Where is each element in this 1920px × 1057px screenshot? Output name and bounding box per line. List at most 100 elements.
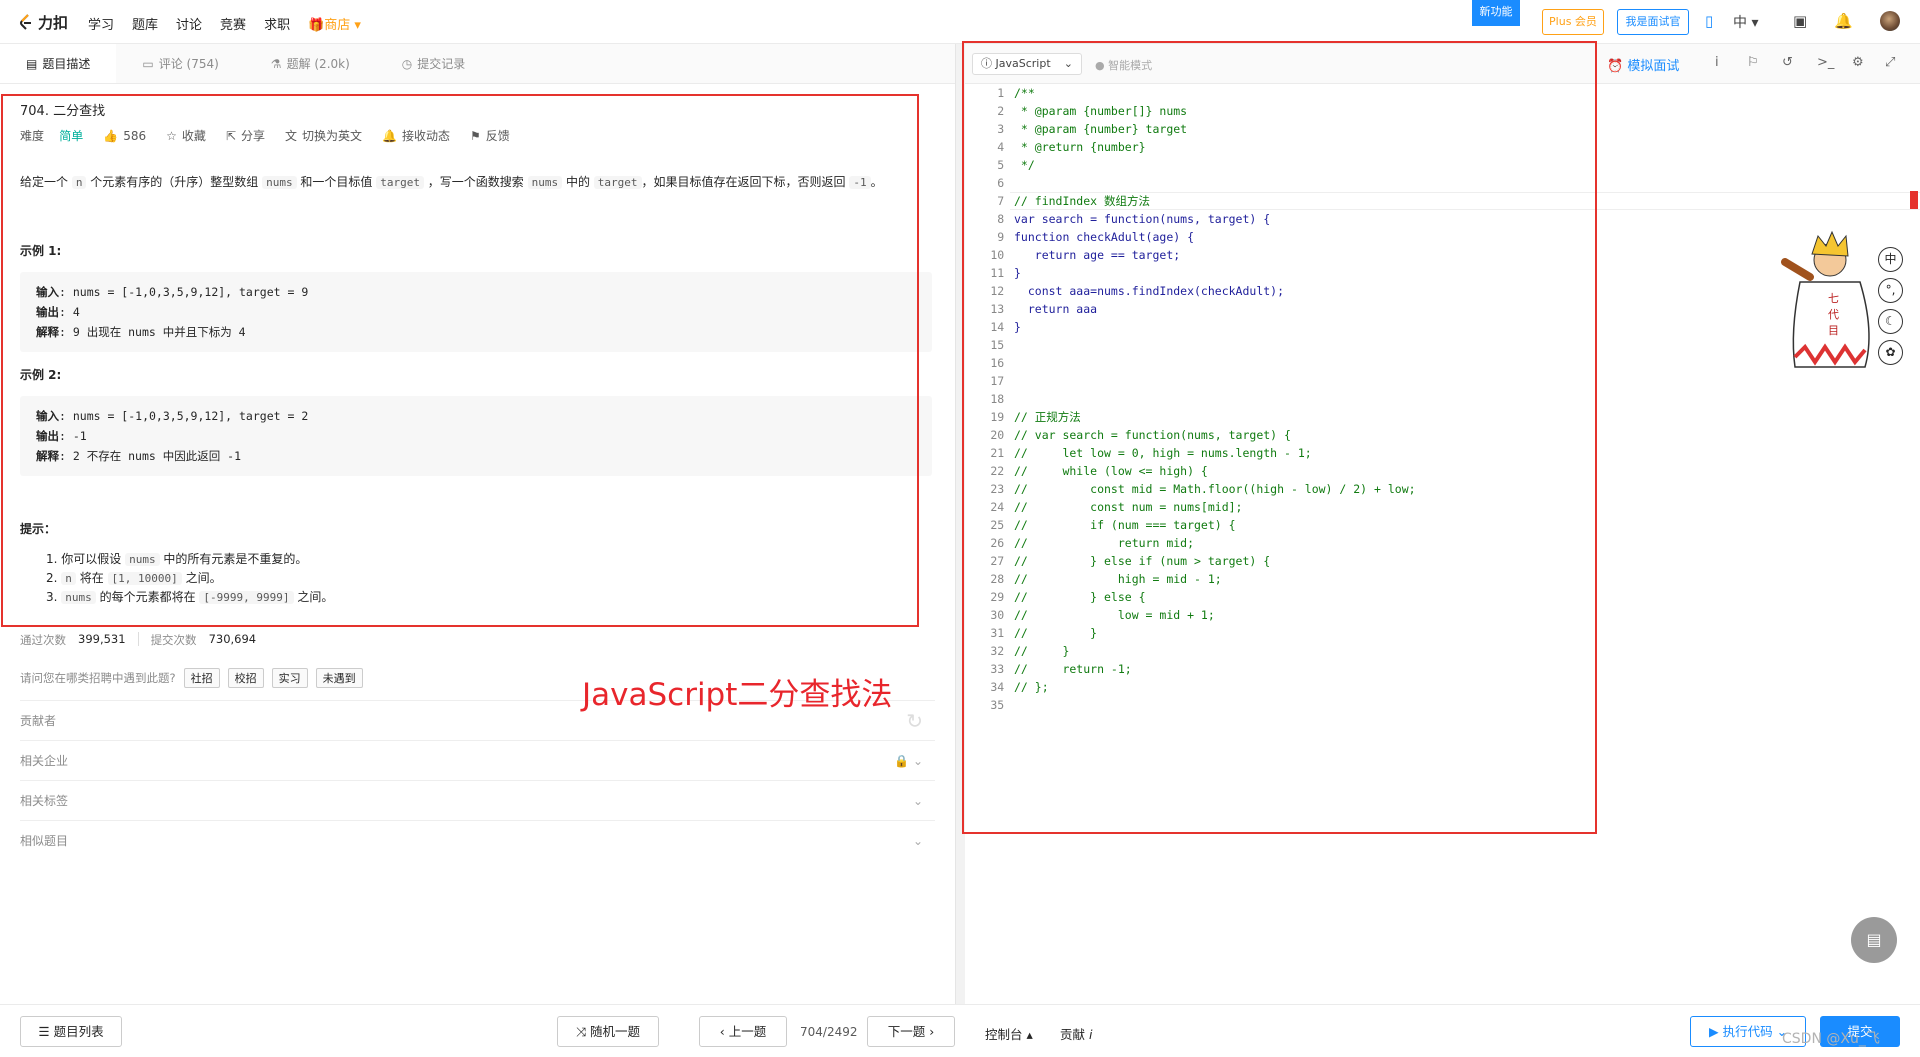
submission-stats: 通过次数 399,531 提交次数 730,694 xyxy=(20,632,256,648)
mascot-image: 七 代 目 xyxy=(1781,230,1870,368)
fullscreen-icon[interactable]: ⤢ xyxy=(1885,55,1895,70)
mascot-side-menu: 中 °, ☾ ✿ xyxy=(1878,247,1903,365)
bell-icon[interactable]: 🔔 xyxy=(1834,12,1853,30)
notebook-icon: ▤ xyxy=(1866,930,1882,949)
avatar[interactable] xyxy=(1880,11,1900,31)
svg-text:七: 七 xyxy=(1828,292,1839,305)
punctuation-icon[interactable]: °, xyxy=(1878,278,1903,303)
chinese-input-icon[interactable]: 中 xyxy=(1878,247,1903,272)
nav-item-problems[interactable]: 题库 xyxy=(132,14,158,33)
nav-item-shop[interactable]: 🎁商店 ▾ xyxy=(308,14,361,33)
tab-solutions[interactable]: ⚗ 题解 (2.0k) xyxy=(245,44,376,83)
mock-interview-button[interactable]: ⏰ 模拟面试 xyxy=(1607,55,1679,74)
language-label: 中 xyxy=(1733,15,1747,31)
annotation-text: JavaScript二分查找法 xyxy=(582,677,893,713)
csdn-watermark: CSDN @Xu_飞 xyxy=(1782,1031,1880,1047)
logo-text: 力扣 xyxy=(38,14,69,32)
problem-list-button[interactable]: ☰ 题目列表 xyxy=(20,1016,122,1047)
prev-problem-button[interactable]: ‹ 上一题 xyxy=(699,1016,787,1047)
accepted-count: 399,531 xyxy=(78,632,126,646)
tab-label: 评论 (754) xyxy=(158,56,219,71)
tab-description[interactable]: ▤ 题目描述 xyxy=(0,44,117,83)
nav-item-jobs[interactable]: 求职 xyxy=(264,14,290,33)
tab-comments[interactable]: ▭ 评论 (754) xyxy=(116,44,244,83)
comment-icon: ▭ xyxy=(142,56,154,71)
chip-not-encountered[interactable]: 未遇到 xyxy=(315,668,363,688)
top-navbar: 力扣 学习 题库 讨论 竞赛 求职 🎁商店 ▾ 新功能 Plus 会员 我是面试… xyxy=(0,0,1920,44)
chevron-down-icon: ⌄ xyxy=(912,834,923,848)
caret-down-icon: ▴ xyxy=(1026,1027,1033,1042)
random-problem-button[interactable]: ⤨ 随机一题 xyxy=(557,1016,659,1047)
moon-icon[interactable]: ☾ xyxy=(1878,309,1903,334)
settings-icon[interactable]: ⚙ xyxy=(1852,55,1864,70)
recruit-question-text: 请问您在哪类招聘中遇到此题? xyxy=(20,671,176,685)
chevron-left-icon: ‹ xyxy=(719,1024,725,1039)
leetcode-logo[interactable]: 力扣 xyxy=(18,12,68,33)
contribute-label: 贡献 xyxy=(1060,1027,1086,1042)
chip-social-recruit[interactable]: 社招 xyxy=(183,668,220,688)
console-label: 控制台 xyxy=(985,1027,1023,1042)
lock-chevron-icon: 🔒 ⌄ xyxy=(894,754,923,768)
recruit-question: 请问您在哪类招聘中遇到此题? 社招 校招 实习 未遇到 xyxy=(20,668,363,688)
new-feature-badge[interactable]: 新功能 xyxy=(1472,0,1520,26)
book-icon: ▤ xyxy=(26,56,38,71)
reset-icon[interactable]: ↺ xyxy=(1782,55,1793,70)
chevron-down-icon: ⌄ xyxy=(912,794,923,808)
accepted-label: 通过次数 xyxy=(20,633,66,647)
console-toggle[interactable]: 控制台 ▴ xyxy=(985,1024,1033,1043)
video-icon[interactable]: ▣ xyxy=(1793,12,1807,30)
tab-label: 题解 (2.0k) xyxy=(286,56,350,71)
submitted-count: 730,694 xyxy=(208,632,257,646)
list-icon: ☰ xyxy=(38,1024,50,1039)
scroll-marker xyxy=(1910,191,1918,209)
shuffle-icon: ⤨ xyxy=(575,1024,586,1039)
mobile-icon[interactable]: ▯ xyxy=(1705,12,1713,30)
section-label: 相似题目 xyxy=(20,834,69,848)
next-label: 下一题 xyxy=(887,1024,926,1039)
flag-icon[interactable]: ⚐ xyxy=(1747,55,1759,70)
svg-text:代: 代 xyxy=(1828,308,1839,321)
nav-item-contest[interactable]: 竞赛 xyxy=(220,14,246,33)
nav-item-learn[interactable]: 学习 xyxy=(88,14,114,33)
clock-icon: ◷ xyxy=(401,56,413,71)
problem-list-label: 题目列表 xyxy=(53,1024,104,1039)
problem-tabs: ▤ 题目描述 ▭ 评论 (754) ⚗ 题解 (2.0k) ◷ 提交记录 xyxy=(0,44,955,84)
bottom-bar: ☰ 题目列表 ⤨ 随机一题 ‹ 上一题 704/2492 下一题 › 控制台 ▴… xyxy=(0,1004,1920,1057)
play-icon: ▶ xyxy=(1708,1024,1719,1039)
section-tags[interactable]: 相关标签 ⌄ xyxy=(20,780,935,820)
butterfly-icon[interactable]: ✿ xyxy=(1878,340,1903,365)
section-label: 贡献者 xyxy=(20,714,57,728)
chip-campus-recruit[interactable]: 校招 xyxy=(227,668,264,688)
notebook-float-button[interactable]: ▤ xyxy=(1851,917,1897,963)
svg-text:目: 目 xyxy=(1828,324,1839,337)
section-similar[interactable]: 相似题目 ⌄ xyxy=(20,820,935,860)
random-label: 随机一题 xyxy=(589,1024,640,1039)
annotation-box-left xyxy=(1,94,919,627)
nav-item-discuss[interactable]: 讨论 xyxy=(176,14,202,33)
section-label: 相关标签 xyxy=(20,794,69,808)
tab-submissions[interactable]: ◷ 提交记录 xyxy=(376,44,492,83)
tab-label: 提交记录 xyxy=(417,56,466,71)
leetcode-logo-icon xyxy=(20,13,31,30)
info-icon[interactable]: i xyxy=(1715,55,1719,70)
leetcode-watermark-icon: ↻ xyxy=(906,709,923,733)
annotation-box-right xyxy=(962,41,1597,834)
chevron-right-icon: › xyxy=(929,1024,935,1039)
mock-interview-label: 模拟面试 xyxy=(1627,59,1680,74)
section-label: 相关企业 xyxy=(20,754,69,768)
contribute-button[interactable]: 贡献 i xyxy=(1060,1024,1092,1043)
language-switch[interactable]: 中 ▾ xyxy=(1733,12,1758,32)
terminal-icon[interactable]: >_ xyxy=(1817,55,1834,70)
main-nav: 学习 题库 讨论 竞赛 求职 🎁商店 ▾ xyxy=(88,14,361,33)
plus-member-button[interactable]: Plus 会员 xyxy=(1542,9,1604,35)
chip-internship[interactable]: 实习 xyxy=(271,668,308,688)
next-problem-button[interactable]: 下一题 › xyxy=(867,1016,955,1047)
section-companies[interactable]: 相关企业 🔒 ⌄ xyxy=(20,740,935,780)
flask-icon: ⚗ xyxy=(270,56,282,71)
info-icon: i xyxy=(1089,1027,1093,1042)
stats-divider xyxy=(137,632,139,646)
page-counter: 704/2492 xyxy=(800,1025,858,1039)
submitted-label: 提交次数 xyxy=(150,633,197,647)
shop-icon: 🎁 xyxy=(308,18,325,33)
interviewer-button[interactable]: 我是面试官 xyxy=(1617,9,1689,35)
